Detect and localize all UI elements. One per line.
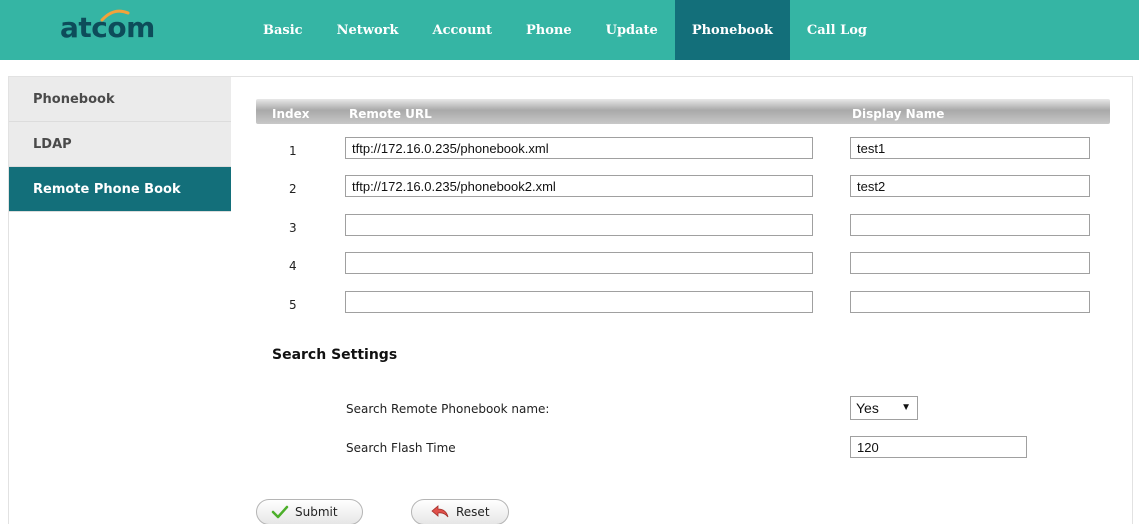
search-flash-time-input[interactable] — [850, 436, 1027, 458]
display-name-input-3[interactable] — [850, 214, 1090, 236]
reset-button-label: Reset — [456, 505, 490, 519]
tab-network[interactable]: Network — [320, 0, 416, 60]
logo-swoosh-icon — [100, 9, 130, 22]
row-index: 4 — [289, 259, 297, 273]
atcom-logo: atcom — [60, 9, 170, 49]
search-flash-time-label: Search Flash Time — [346, 441, 456, 455]
remote-url-input-4[interactable] — [345, 252, 813, 274]
submit-button[interactable]: Submit — [256, 499, 363, 524]
column-header-remote-url: Remote URL — [349, 107, 432, 121]
sidebar-item-phonebook[interactable]: Phonebook — [9, 77, 231, 122]
sidebar-item-ldap[interactable]: LDAP — [9, 122, 231, 167]
tab-basic[interactable]: Basic — [246, 0, 320, 60]
display-name-input-5[interactable] — [850, 291, 1090, 313]
remote-url-input-1[interactable] — [345, 137, 813, 159]
remote-url-table-header: Index Remote URL Display Name — [256, 99, 1110, 124]
display-name-input-4[interactable] — [850, 252, 1090, 274]
tab-phonebook[interactable]: Phonebook — [674, 0, 790, 60]
remote-url-input-5[interactable] — [345, 291, 813, 313]
search-settings-title: Search Settings — [272, 347, 398, 363]
search-remote-phonebook-name-label: Search Remote Phonebook name: — [346, 402, 550, 416]
main-nav: Basic Network Account Phone Update Phone… — [246, 0, 884, 60]
select-value: Yes — [856, 400, 879, 416]
row-index: 1 — [289, 144, 297, 158]
row-index: 3 — [289, 221, 297, 235]
tab-account[interactable]: Account — [415, 0, 509, 60]
column-header-display-name: Display Name — [852, 107, 945, 121]
checkmark-icon — [271, 505, 289, 519]
remote-url-input-2[interactable] — [345, 175, 813, 197]
remote-url-input-3[interactable] — [345, 214, 813, 236]
top-navigation-bar: atcom Basic Network Account Phone Update… — [0, 0, 1139, 60]
submit-button-label: Submit — [295, 505, 338, 519]
sidebar-item-remote-phone-book[interactable]: Remote Phone Book — [9, 167, 231, 212]
display-name-input-2[interactable] — [850, 175, 1090, 197]
undo-arrow-icon — [431, 505, 449, 518]
tab-phone[interactable]: Phone — [509, 0, 589, 60]
column-header-index: Index — [272, 107, 310, 121]
search-remote-phonebook-name-select[interactable]: Yes ▼ — [850, 396, 918, 420]
row-index: 2 — [289, 182, 297, 196]
sidebar: Phonebook LDAP Remote Phone Book — [9, 77, 231, 212]
reset-button[interactable]: Reset — [411, 499, 509, 524]
display-name-input-1[interactable] — [850, 137, 1090, 159]
row-index: 5 — [289, 298, 297, 312]
tab-call-log[interactable]: Call Log — [790, 0, 884, 60]
tab-update[interactable]: Update — [589, 0, 675, 60]
dropdown-arrow-icon: ▼ — [901, 402, 911, 413]
